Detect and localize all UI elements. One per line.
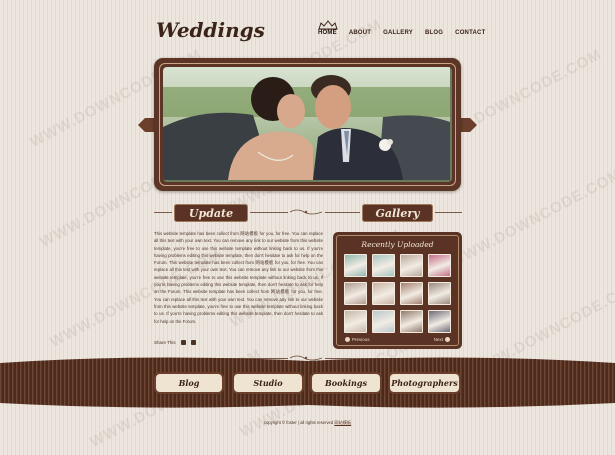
gallery-thumbnail[interactable] [400, 254, 423, 277]
gallery-thumbnail[interactable] [344, 254, 367, 277]
gallery-thumbnail[interactable] [372, 254, 395, 277]
twitter-icon[interactable] [180, 340, 186, 345]
update-title: Update [174, 204, 248, 222]
footer-blog-button[interactable]: Blog [156, 374, 222, 392]
gallery-thumbnails [344, 254, 451, 333]
gallery-thumbnail[interactable] [372, 310, 395, 333]
footer-buttons: Blog Studio Bookings Photographers [0, 374, 615, 394]
gallery-thumbnail[interactable] [428, 282, 451, 305]
facebook-icon[interactable] [190, 340, 196, 345]
footer-studio-button[interactable]: Studio [234, 374, 302, 392]
hero-banner [154, 58, 461, 191]
gallery-thumbnail[interactable] [344, 310, 367, 333]
footer-bookings-button[interactable]: Bookings [312, 374, 380, 392]
nav-contact[interactable]: CONTACT [455, 30, 485, 36]
flourish-ornament [289, 209, 323, 215]
footer-photographers-button[interactable]: Photographers [390, 374, 459, 392]
gallery-box: Recently Uploaded Previous Next [333, 232, 462, 349]
update-paragraph: This website template has been collect f… [154, 231, 323, 324]
divider-line [154, 212, 172, 213]
divider-line [435, 212, 462, 213]
gallery-title: Gallery [362, 204, 433, 222]
gallery-thumbnail[interactable] [428, 254, 451, 277]
site-logo[interactable]: Weddings [156, 18, 265, 42]
gallery-thumbnail[interactable] [372, 282, 395, 305]
share-bar: Share This [154, 340, 196, 345]
crown-icon [318, 20, 338, 30]
gallery-previous-button[interactable]: Previous [345, 337, 370, 342]
gallery-thumbnail[interactable] [428, 310, 451, 333]
copyright: copyright © foster | all rights reserved… [263, 420, 352, 425]
arrow-right-icon [445, 337, 450, 342]
gallery-thumbnail[interactable] [400, 310, 423, 333]
nav-home[interactable]: HOME [318, 30, 337, 36]
arrow-left-icon [345, 337, 350, 342]
nav-blog[interactable]: BLOG [425, 30, 443, 36]
copyright-link[interactable]: 网站模板 [334, 420, 351, 425]
divider-line [250, 212, 288, 213]
nav-about[interactable]: ABOUT [349, 30, 371, 36]
gallery-box-title: Recently Uploaded [361, 240, 434, 249]
gallery-thumbnail[interactable] [344, 282, 367, 305]
share-label: Share This [154, 340, 176, 345]
main-nav: HOME ABOUT GALLERY BLOG CONTACT [318, 30, 485, 36]
divider-line [325, 212, 360, 213]
gallery-next-button[interactable]: Next [434, 337, 450, 342]
gallery-thumbnail[interactable] [400, 282, 423, 305]
hero-couple-photo [163, 67, 452, 182]
nav-gallery[interactable]: GALLERY [383, 30, 413, 36]
